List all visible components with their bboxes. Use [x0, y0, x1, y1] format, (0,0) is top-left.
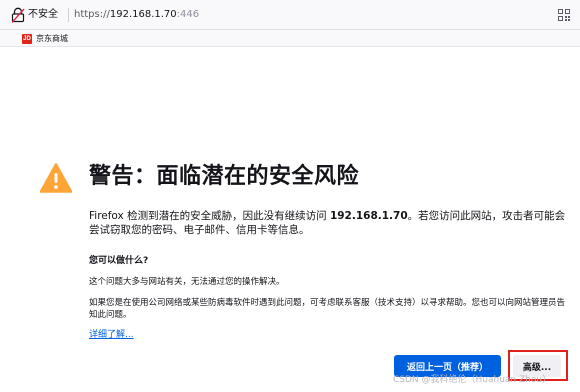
description-before: Firefox 检测到潜在的安全威胁，因此没有继续访问: [89, 210, 330, 222]
lock-insecure-icon[interactable]: [11, 7, 25, 23]
description-address: 192.168.1.70: [329, 210, 408, 222]
explanation-paragraph-2: 如果您是在使用公司网络或某些防病毒软件时遇到此问题，可考虑联系客服（技术支持）以…: [89, 298, 566, 320]
url-scheme: https://: [74, 9, 110, 20]
url-text[interactable]: https://192.168.1.70:446: [74, 9, 199, 21]
url-port: :446: [176, 9, 200, 20]
watermark: CSDN @我科绝伦（Huahuan Zhou）: [393, 375, 552, 385]
bookmark-jd[interactable]: JD 京东商城: [22, 32, 68, 45]
bookmarks-toolbar: JD 京东商城: [0, 30, 580, 47]
learn-more-link[interactable]: 详细了解...: [89, 330, 134, 341]
page-title: 警告：面临潜在的安全风险: [89, 164, 360, 189]
bookmark-label: 京东商城: [36, 33, 68, 43]
url-bar[interactable]: 不安全 https://192.168.1.70:446: [0, 0, 580, 30]
explanation-paragraph-1: 这个问题大多与网站有关，无法通过您的操作解决。: [89, 277, 285, 287]
jd-icon: JD: [22, 33, 32, 44]
qr-code-icon[interactable]: [558, 9, 570, 21]
url-host: 192.168.1.70: [109, 9, 177, 20]
security-status-label[interactable]: 不安全: [28, 9, 58, 21]
what-can-you-do-heading: 您可以做什么?: [89, 256, 149, 266]
warning-description: Firefox 检测到潜在的安全威胁，因此没有继续访问 192.168.1.70…: [89, 209, 571, 237]
url-bar-divider: [68, 8, 69, 22]
warning-icon: [40, 163, 72, 193]
